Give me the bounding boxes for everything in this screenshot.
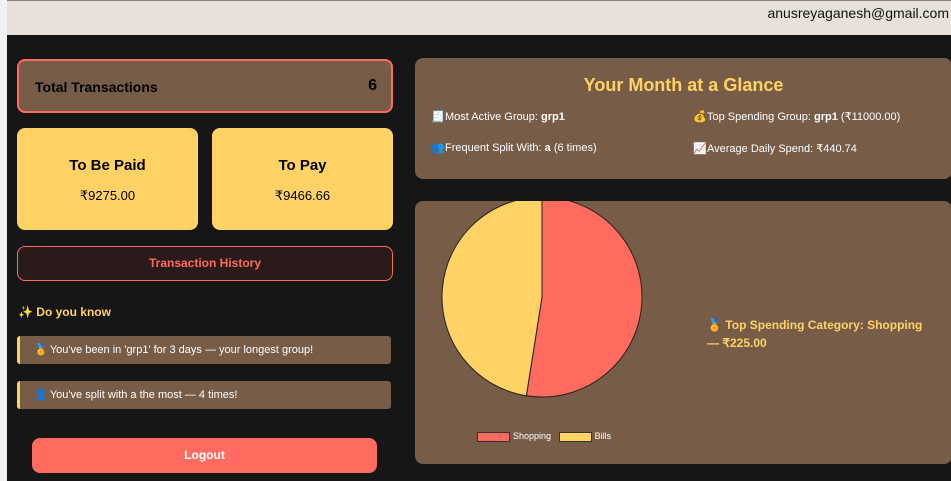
top-category-text: Top Spending Category: Shopping — ₹225.0… <box>707 318 923 350</box>
fact-item: 👤 You've split with a the most — 4 times… <box>17 381 391 409</box>
legend-label-shopping: Shopping <box>513 431 552 441</box>
transaction-history-button[interactable]: Transaction History <box>17 246 393 281</box>
chart-legend: Shopping Bills <box>477 431 611 442</box>
pie-slice-bills <box>441 201 543 397</box>
top-bar: anusreyaganesh@gmail.com <box>7 0 951 35</box>
total-transactions-value: 6 <box>368 77 377 94</box>
receipt-icon: 🧾 <box>431 111 445 123</box>
people-icon: 👥 <box>431 142 445 154</box>
money-bag-icon: 💰 <box>693 111 707 123</box>
user-email: anusreyaganesh@gmail.com <box>767 5 949 21</box>
pie-slice-shopping <box>525 201 643 398</box>
month-glance-card: Your Month at a Glance 🧾Most Active Grou… <box>415 58 951 179</box>
do-you-know-heading: ✨ Do you know <box>18 305 111 319</box>
person-icon: 👤 <box>34 389 48 401</box>
to-be-paid-label: To Be Paid <box>69 157 146 174</box>
fact-text: You've been in 'grp1' for 3 days — your … <box>49 344 314 356</box>
logout-button[interactable]: Logout <box>32 438 377 473</box>
dashboard: Total Transactions 6 To Be Paid ₹9275.00… <box>7 35 951 481</box>
chart-up-icon: 📈 <box>693 143 707 155</box>
to-pay-card: To Pay ₹9466.66 <box>212 128 393 230</box>
frequent-split: 👥Frequent Split With: a (6 times) <box>431 142 597 154</box>
to-pay-label: To Pay <box>278 157 327 174</box>
to-be-paid-card: To Be Paid ₹9275.00 <box>17 128 198 230</box>
spending-chart-card: Shopping Bills 🏅 Top Spending Category: … <box>415 201 951 464</box>
legend-label-bills: Bills <box>594 431 612 441</box>
most-active-group: 🧾Most Active Group: grp1 <box>431 111 565 123</box>
to-be-paid-value: ₹9275.00 <box>79 188 136 203</box>
glance-title: Your Month at a Glance <box>583 75 784 95</box>
total-transactions-card: Total Transactions 6 <box>17 59 393 113</box>
legend-swatch-shopping <box>477 431 510 442</box>
total-transactions-label: Total Transactions <box>35 79 158 95</box>
average-daily-spend: 📈Average Daily Spend: ₹440.74 <box>693 143 857 155</box>
fact-item: 🏅 You've been in 'grp1' for 3 days — you… <box>17 336 391 364</box>
fact-text: You've split with a the most — 4 times! <box>49 389 238 401</box>
top-spending-category: 🏅 Top Spending Category: Shopping — ₹225… <box>707 316 935 352</box>
medal-icon: 🏅 <box>707 318 722 332</box>
medal-icon: 🏅 <box>34 344 48 356</box>
top-spending-group: 💰Top Spending Group: grp1 (₹11000.00) <box>693 111 901 123</box>
to-pay-value: ₹9466.66 <box>274 188 331 203</box>
legend-swatch-bills <box>558 431 592 442</box>
